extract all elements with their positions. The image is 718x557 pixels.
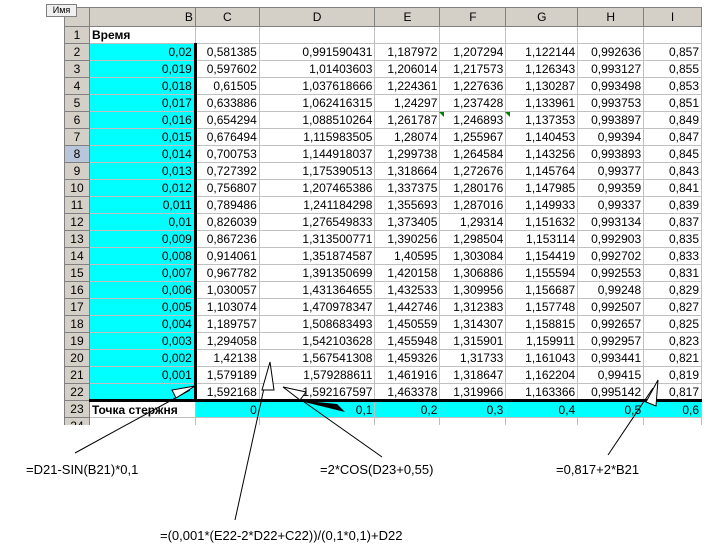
arrowhead [645,379,659,407]
formula-note-1: =D21-SIN(B21)*0,1 [26,462,139,477]
arrowhead [171,385,196,399]
arrow-line [607,387,654,456]
arrowhead [261,361,275,391]
formula-note-4: =(0,001*(E22-2*D22+C22))/(0,1*0,1)+D22 [160,528,403,543]
formula-note-2: =2*COS(D23+0,55) [320,462,434,477]
arrow-line [234,369,269,521]
arrowhead [282,386,307,401]
arrow-line [74,389,191,454]
thick-arrow [296,400,345,412]
formula-note-3: =0,817+2*B21 [556,462,640,477]
